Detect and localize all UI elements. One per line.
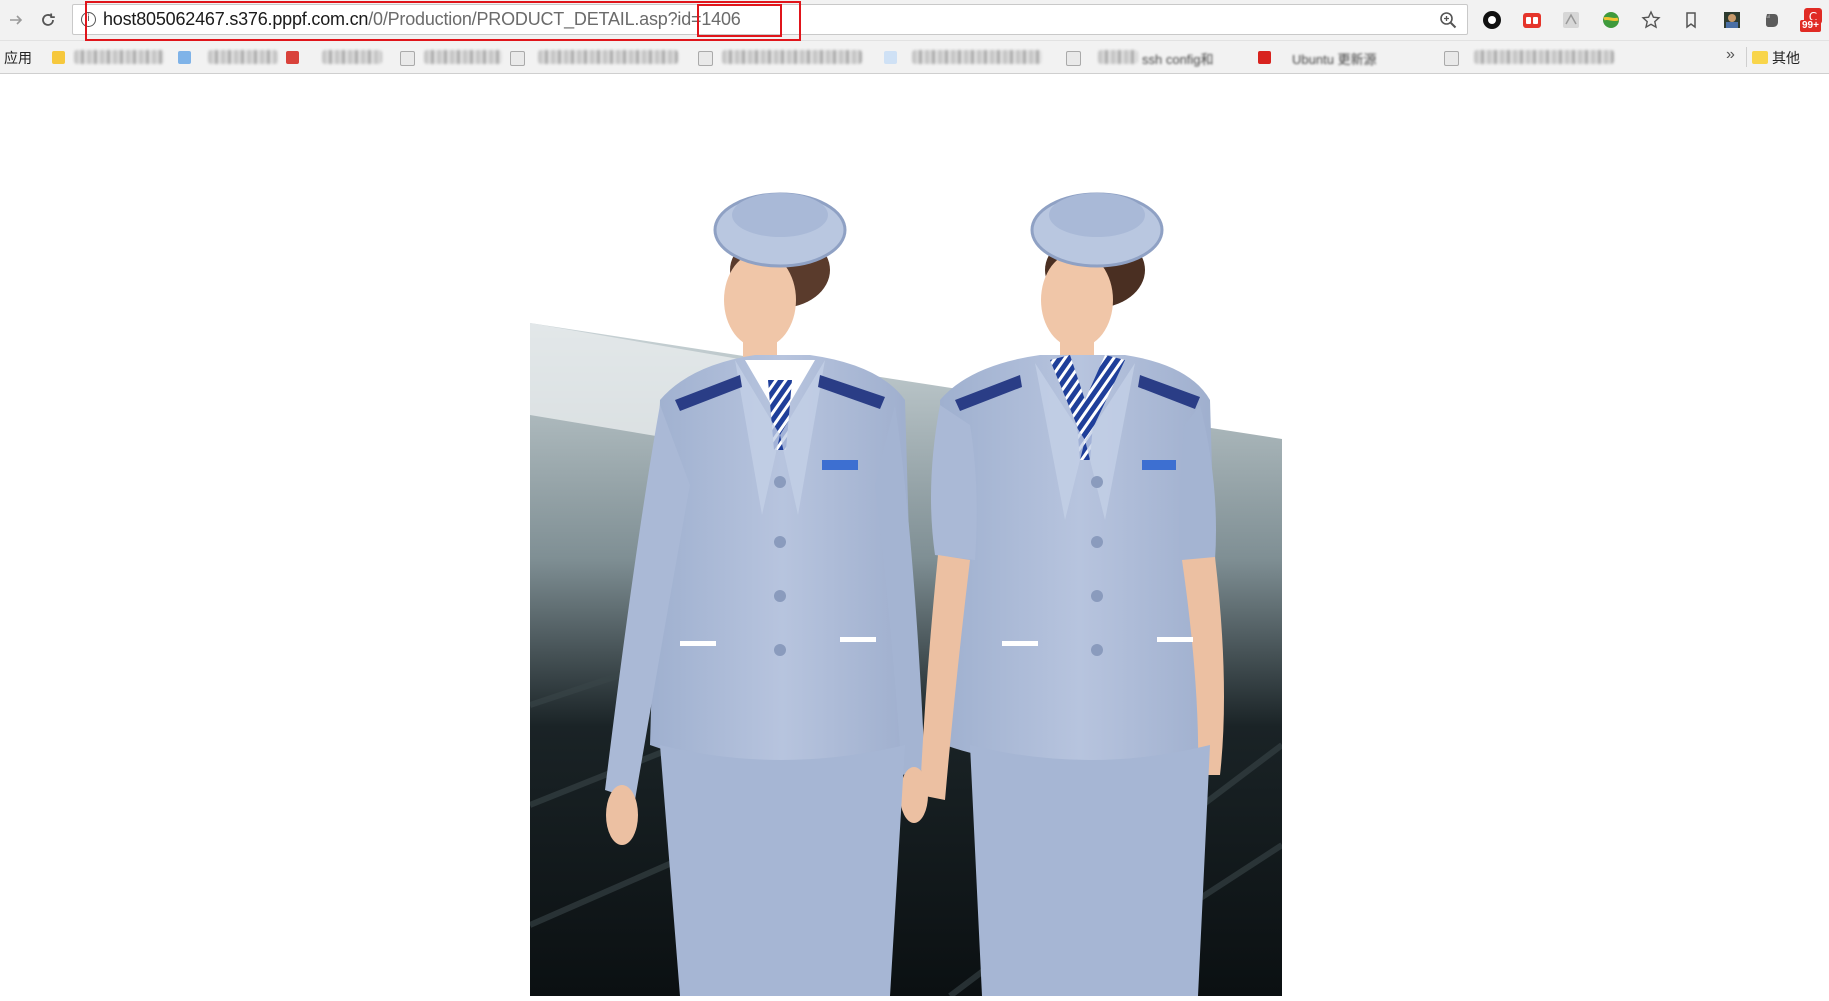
page-icon [400,51,415,66]
site-info-icon[interactable]: i [81,12,96,27]
page-icon [510,51,525,66]
bookmark-ubuntu[interactable]: Ubuntu 更新源 [1292,49,1377,68]
uniform-photo [528,192,1284,999]
url-host: host805062467.s376.pppf.com.cn [103,9,369,29]
bookmark-item[interactable] [1098,50,1138,64]
separator [1746,47,1747,67]
extension-avatar-icon[interactable] [1720,8,1744,32]
forward-icon[interactable] [2,6,30,34]
notification-badge: 99+ [1800,20,1821,32]
bookmark-item[interactable] [538,50,678,64]
zoom-icon[interactable] [1439,11,1457,29]
url-query: ?id=1406 [667,9,741,29]
extension-notification-icon[interactable]: C 99+ [1798,8,1826,32]
page-icon [1444,51,1459,66]
page-icon [698,51,713,66]
browser-toolbar: i host805062467.s376.pppf.com.cn/0/Produ… [0,0,1829,41]
site-icon [286,51,299,64]
bookmark-star-icon[interactable] [1639,8,1663,32]
bookmark-ssh-config[interactable]: ssh config和 [1142,49,1214,68]
extension-red-icon[interactable] [1520,8,1544,32]
reload-icon[interactable] [34,6,62,34]
site-icon [884,51,897,64]
bookmark-item[interactable] [722,50,862,64]
url-text[interactable]: host805062467.s376.pppf.com.cn/0/Product… [103,5,741,34]
extension-evernote-icon[interactable] [1760,8,1784,32]
bookmark-apps[interactable]: 应用 [4,48,32,68]
extension-globe-icon[interactable] [1599,8,1623,32]
site-icon [178,51,191,64]
bookmark-ribbon-icon[interactable] [1679,8,1703,32]
bookmark-item[interactable] [424,50,502,64]
product-image [528,185,1284,999]
bookmarks-bar: 应用 ssh config和 Ubuntu 更新源 » 其他 [0,41,1829,74]
bookmark-item[interactable] [912,50,1042,64]
page-icon [1066,51,1081,66]
bookmark-item[interactable] [322,50,382,64]
other-bookmarks[interactable]: 其他 [1772,48,1800,68]
extension-circle-icon[interactable] [1480,8,1504,32]
url-path: /0/Production/PRODUCT_DETAIL.asp [368,9,668,29]
extension-pdf-icon[interactable] [1559,8,1583,32]
folder-icon [52,51,65,64]
address-bar[interactable]: i host805062467.s376.pppf.com.cn/0/Produ… [72,4,1468,35]
bookmarks-overflow-chevron[interactable]: » [1726,46,1735,64]
other-bookmarks-folder-icon [1752,51,1768,64]
bookmark-item[interactable] [74,50,164,64]
bookmark-item[interactable] [208,50,278,64]
csdn-icon [1258,51,1271,64]
bookmark-item[interactable] [1474,50,1614,64]
